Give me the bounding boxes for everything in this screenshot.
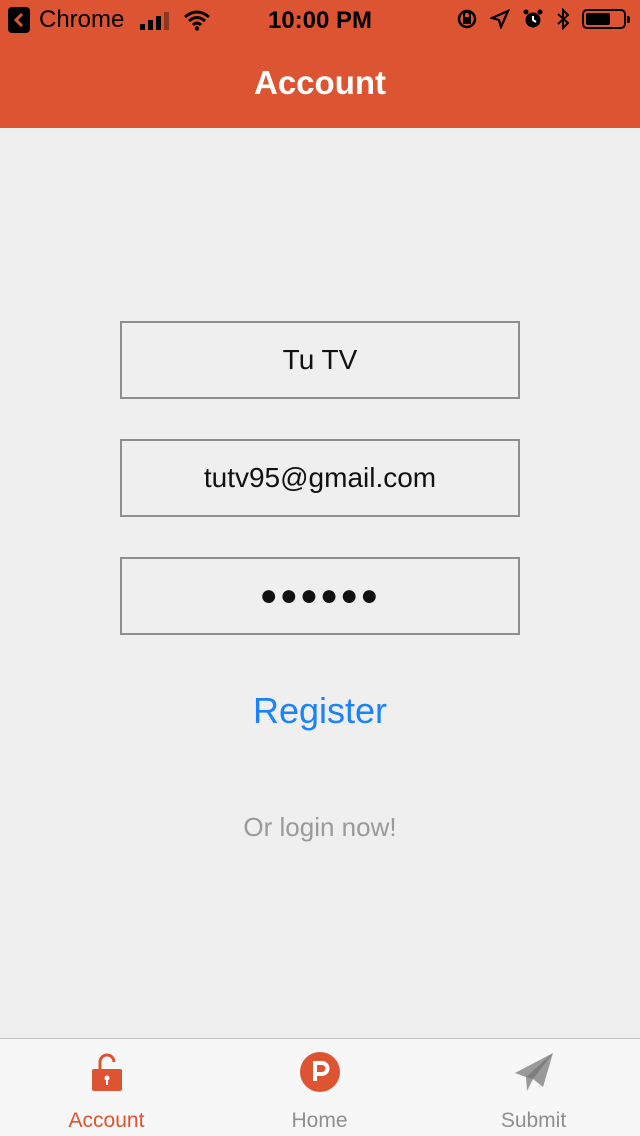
location-icon — [490, 9, 510, 29]
tab-home[interactable]: Home — [213, 1039, 426, 1136]
login-now-link[interactable]: Or login now! — [0, 812, 640, 843]
tab-account-label: Account — [68, 1109, 145, 1132]
cellular-signal-icon — [140, 10, 170, 30]
back-arrow-icon — [8, 7, 30, 33]
wifi-icon — [184, 10, 211, 31]
back-app-label: Chrome — [39, 6, 125, 33]
name-field[interactable]: Tu TV — [120, 321, 520, 399]
tab-account[interactable]: Account — [0, 1039, 213, 1136]
alarm-icon — [523, 9, 543, 28]
password-field[interactable]: ●●●●●● — [120, 557, 520, 635]
header: Chrome 10:00 PM Account — [0, 0, 640, 128]
battery-icon — [582, 9, 630, 29]
back-to-app[interactable]: Chrome — [8, 6, 211, 34]
status-bar: Chrome 10:00 PM — [0, 0, 640, 40]
orientation-lock-icon — [457, 9, 477, 29]
tab-submit-label: Submit — [500, 1109, 567, 1132]
bluetooth-icon — [557, 8, 570, 30]
tab-submit[interactable]: Submit — [427, 1039, 640, 1136]
email-field[interactable]: tutv95@gmail.com — [120, 439, 520, 517]
page-title: Account — [254, 64, 386, 101]
lock-icon — [91, 1053, 122, 1091]
paper-plane-icon — [514, 1053, 553, 1091]
tab-home-label: Home — [291, 1109, 348, 1132]
register-button[interactable]: Register — [0, 690, 640, 732]
status-icons — [456, 8, 630, 30]
tab-bar: Account Home Submit — [0, 1038, 640, 1136]
product-hunt-icon — [299, 1052, 340, 1092]
